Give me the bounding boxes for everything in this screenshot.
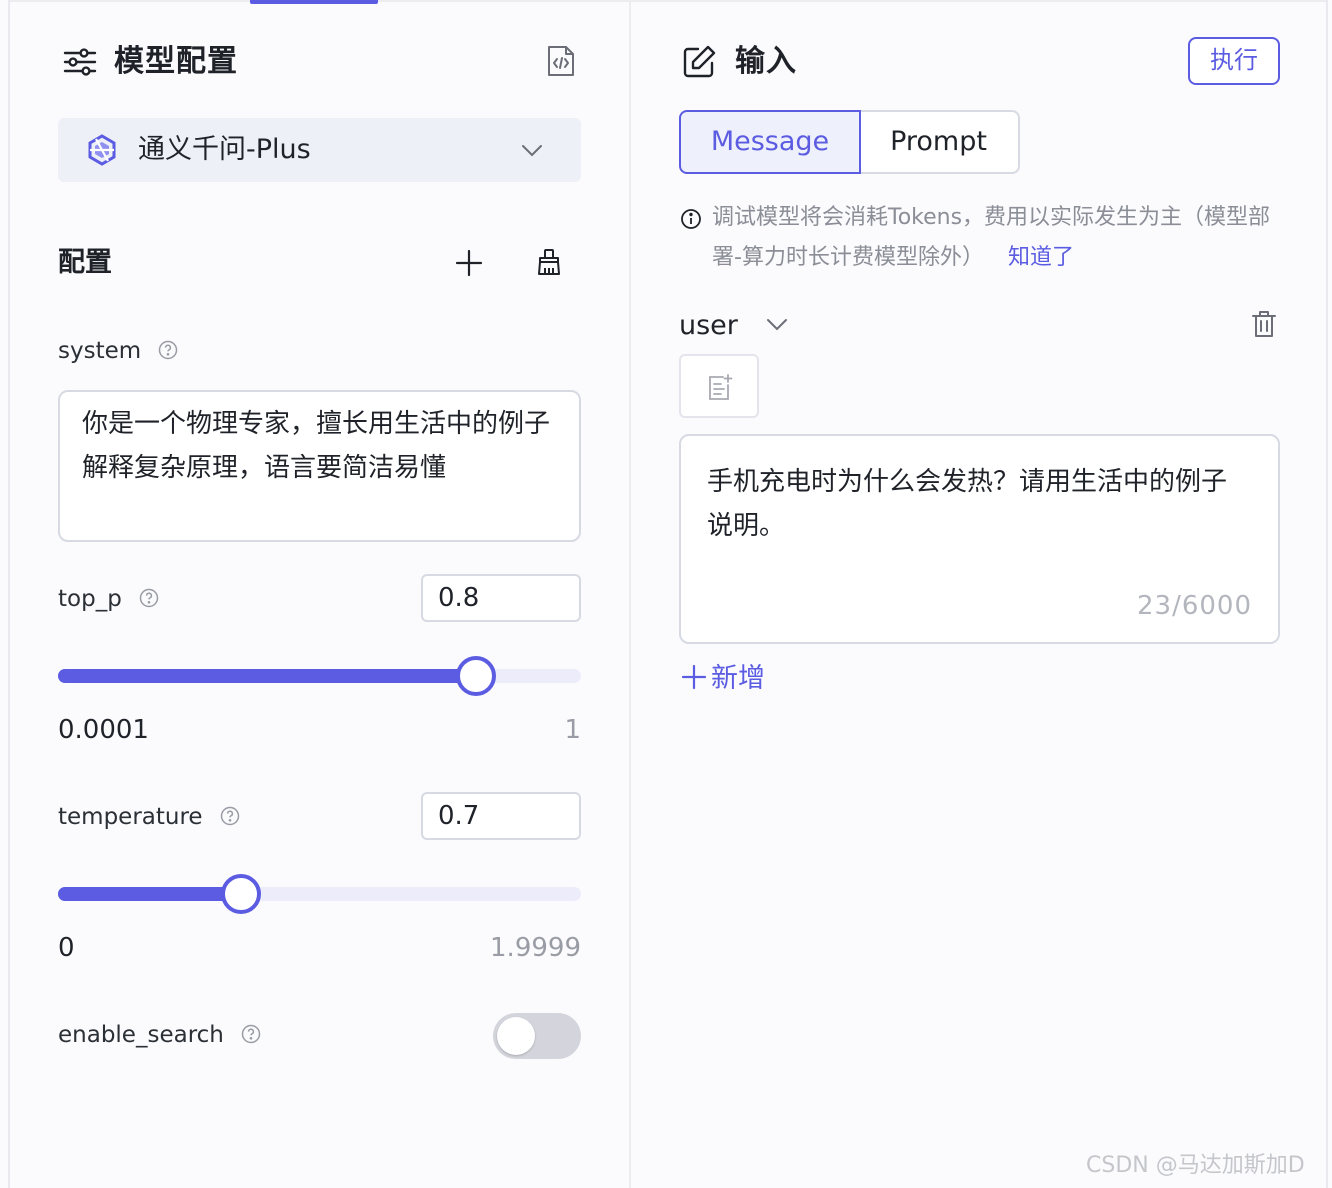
add-message-label: 新增 — [711, 663, 765, 694]
message-content-text: 手机充电时为什么会发热？请用生活中的例子说明。 — [707, 467, 1228, 541]
add-message-button[interactable]: 新增 — [681, 660, 765, 698]
add-config-button[interactable] — [454, 248, 484, 278]
enable-search-toggle[interactable] — [493, 1013, 581, 1059]
panel-title: 模型配置 — [114, 44, 238, 79]
qwen-logo-icon — [88, 134, 116, 166]
question-circle-icon[interactable] — [220, 806, 240, 826]
temperature-max: 1.9999 — [490, 933, 581, 963]
token-cost-notice: 调试模型将会消耗Tokens，费用以实际发生为主（模型部署-算力时长计费模型除外… — [712, 198, 1292, 278]
watermark: CSDN @马达加斯加D — [1086, 1153, 1305, 1178]
top-p-slider-fill — [58, 669, 476, 683]
question-circle-icon[interactable] — [158, 340, 178, 360]
app-root: 模型配置 通义千问-Plus 配置 system 你是一个物理专家，擅长用生活中… — [0, 0, 1332, 1188]
temperature-min: 0 — [58, 933, 75, 963]
edit-icon — [683, 45, 716, 78]
message-content-textarea[interactable]: 手机充电时为什么会发热？请用生活中的例子说明。 23/6000 — [679, 434, 1280, 644]
enable-search-label: enable_search — [58, 1019, 261, 1051]
top-p-label-text: top_p — [58, 586, 122, 612]
temperature-label: temperature — [58, 801, 240, 833]
config-heading: 配置 — [58, 247, 112, 278]
tab-prompt[interactable]: Prompt — [859, 110, 1020, 174]
top-p-label: top_p — [58, 583, 159, 615]
chevron-down-icon[interactable] — [765, 314, 789, 334]
system-prompt-textarea[interactable]: 你是一个物理专家，擅长用生活中的例子解释复杂原理，语言要简洁易懂 — [58, 390, 581, 542]
top-p-slider-thumb[interactable] — [456, 656, 496, 696]
notice-text: 调试模型将会消耗Tokens，费用以实际发生为主（模型部署-算力时长计费模型除外… — [712, 205, 1271, 270]
temperature-slider[interactable] — [58, 874, 581, 914]
info-circle-icon — [681, 209, 701, 229]
sliders-icon — [63, 48, 97, 76]
code-file-icon[interactable] — [546, 44, 576, 78]
right-border — [1326, 0, 1328, 1188]
temperature-slider-fill — [58, 887, 241, 901]
plus-icon — [681, 664, 707, 690]
role-select[interactable]: user — [679, 306, 738, 346]
question-circle-icon[interactable] — [139, 588, 159, 608]
run-button[interactable]: 执行 — [1188, 37, 1280, 85]
enable-search-label-text: enable_search — [58, 1022, 224, 1048]
input-mode-tabs: Message Prompt — [679, 110, 1020, 174]
model-name: 通义千问-Plus — [138, 134, 311, 165]
template-file-icon — [709, 374, 733, 400]
system-label: system — [58, 335, 178, 367]
input-panel: 输入 执行 Message Prompt 调试模型将会消耗Tokens，费用以实… — [631, 0, 1326, 1188]
chevron-down-icon — [522, 145, 542, 157]
tab-message[interactable]: Message — [679, 110, 861, 174]
char-count: 23/6000 — [1136, 591, 1252, 621]
question-circle-icon[interactable] — [241, 1024, 261, 1044]
insert-template-button[interactable] — [679, 354, 759, 418]
top-p-slider[interactable] — [58, 656, 581, 696]
model-config-panel: 模型配置 通义千问-Plus 配置 system 你是一个物理专家，擅长用生活中… — [10, 0, 629, 1188]
broom-icon[interactable] — [536, 248, 562, 276]
system-label-text: system — [58, 338, 142, 364]
trash-icon[interactable] — [1251, 310, 1277, 338]
top-p-max: 1 — [564, 715, 581, 745]
toggle-knob — [497, 1017, 535, 1055]
acknowledge-link[interactable]: 知道了 — [1008, 245, 1074, 270]
top-p-input[interactable]: 0.8 — [421, 574, 581, 622]
top-p-min: 0.0001 — [58, 715, 149, 745]
temperature-label-text: temperature — [58, 804, 203, 830]
model-select[interactable]: 通义千问-Plus — [58, 118, 581, 182]
temperature-slider-thumb[interactable] — [221, 874, 261, 914]
temperature-input[interactable]: 0.7 — [421, 792, 581, 840]
input-title: 输入 — [735, 44, 797, 79]
